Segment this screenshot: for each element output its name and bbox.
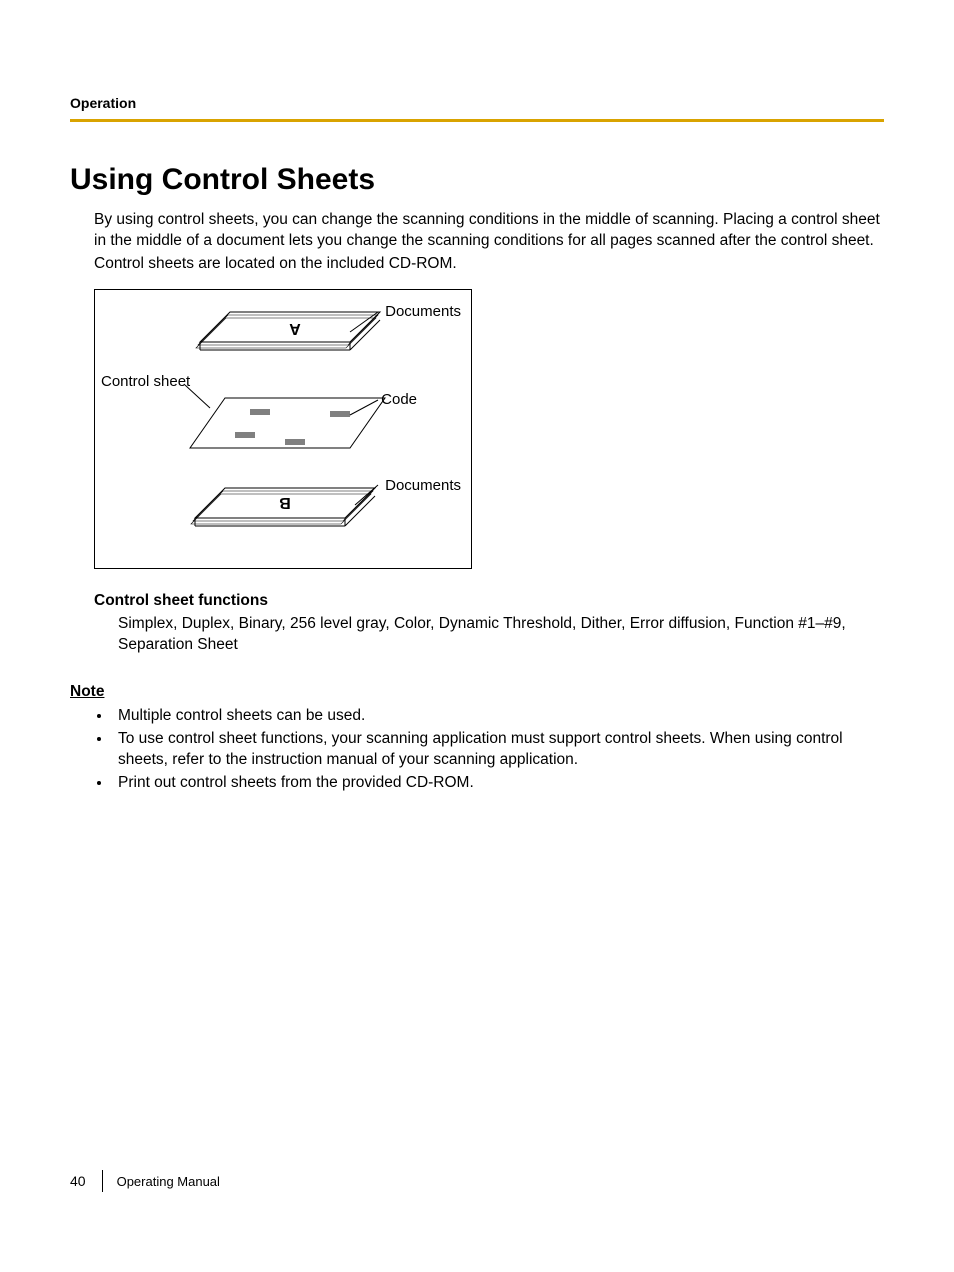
note-item: To use control sheet functions, your sca…	[112, 729, 884, 771]
diagram-frame: B	[94, 289, 472, 569]
page-footer: 40 Operating Manual	[70, 1170, 220, 1192]
functions-heading: Control sheet functions	[94, 591, 884, 612]
control-sheet-diagram: B	[94, 289, 884, 569]
footer-divider	[102, 1170, 103, 1192]
note-item: Multiple control sheets can be used.	[112, 706, 884, 727]
svg-text:B: B	[279, 494, 291, 511]
diagram-label-documents-bottom: Documents	[385, 476, 461, 496]
note-list: Multiple control sheets can be used. To …	[70, 706, 884, 794]
note-heading: Note	[70, 682, 884, 703]
page-title: Using Control Sheets	[70, 162, 884, 198]
note-item: Print out control sheets from the provid…	[112, 773, 884, 794]
body-content: By using control sheets, you can change …	[70, 210, 884, 794]
footer-doc-title: Operating Manual	[117, 1174, 220, 1189]
page-number: 40	[70, 1173, 102, 1189]
diagram-svg: B	[95, 290, 473, 570]
diagram-label-control-sheet: Control sheet	[101, 372, 190, 392]
diagram-label-documents-top: Documents	[385, 302, 461, 322]
intro-paragraph-1: By using control sheets, you can change …	[94, 210, 884, 252]
running-header: Operation	[70, 95, 884, 122]
svg-text:A: A	[289, 320, 301, 337]
intro-paragraph-2: Control sheets are located on the includ…	[94, 254, 884, 275]
functions-text: Simplex, Duplex, Binary, 256 level gray,…	[94, 614, 884, 656]
diagram-label-code: Code	[381, 390, 417, 410]
section-label: Operation	[70, 95, 136, 111]
